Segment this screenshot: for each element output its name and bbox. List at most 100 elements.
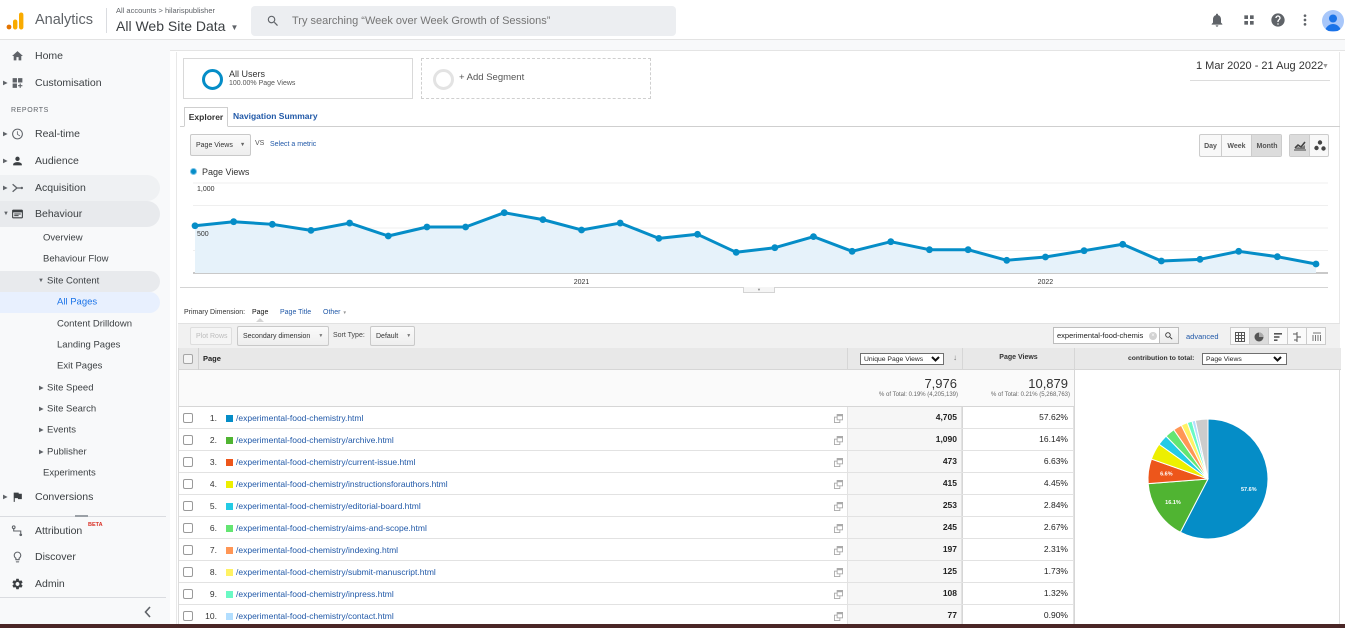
sidebar-item-home[interactable]: Home [0,44,160,68]
primary-dimension-page-title[interactable]: Page Title [280,309,311,316]
tab-navigation-summary[interactable]: Navigation Summary [233,111,318,121]
plot-rows-button[interactable]: Plot Rows [190,327,232,345]
data-point[interactable] [694,230,701,238]
granularity-week-button[interactable]: Week [1222,135,1252,156]
row-page-link[interactable]: /experimental-food-chemistry.html [236,413,363,423]
line-chart-button[interactable] [1290,135,1310,156]
data-point[interactable] [964,246,972,254]
data-point[interactable] [307,226,315,234]
data-point[interactable] [1003,256,1011,264]
motion-chart-button[interactable] [1310,135,1328,156]
data-point[interactable] [1157,257,1165,265]
data-point[interactable] [771,244,779,252]
open-in-new-window-icon[interactable] [834,414,843,423]
sidebar-item-landing-pages[interactable]: Landing Pages [0,335,160,356]
data-point[interactable] [1042,253,1049,261]
tab-explorer[interactable]: Explorer [184,107,228,127]
account-avatar[interactable] [1322,10,1344,32]
sidebar-item-realtime[interactable]: ▶ Real-time [0,122,160,146]
data-point[interactable] [848,247,856,255]
open-in-new-window-icon[interactable] [834,546,843,555]
sidebar-item-events[interactable]: ▶ Events [0,420,160,441]
open-in-new-window-icon[interactable] [834,590,843,599]
sidebar-item-experiments[interactable]: Experiments [0,463,160,484]
search-input[interactable] [292,11,662,31]
open-in-new-window-icon[interactable] [834,480,843,489]
row-checkbox[interactable] [183,523,193,533]
data-point[interactable] [887,238,895,246]
row-page-link[interactable]: /experimental-food-chemistry/contact.htm… [236,611,394,621]
metric-selector[interactable]: Page Views ▼ [190,134,251,156]
open-in-new-window-icon[interactable] [834,502,843,511]
sidebar-item-attribution[interactable]: Attribution BETA [0,519,160,543]
primary-dimension-page[interactable]: Page [252,309,268,316]
data-point[interactable] [655,234,663,242]
row-checkbox[interactable] [183,435,193,445]
row-checkbox[interactable] [183,589,193,599]
row-page-link[interactable]: /experimental-food-chemistry/archive.htm… [236,435,394,445]
more-options-icon[interactable] [1297,12,1313,28]
data-point[interactable] [1235,247,1243,255]
row-checkbox[interactable] [183,457,193,467]
row-page-link[interactable]: /experimental-food-chemistry/instruction… [236,479,448,489]
unique-page-views-column-select[interactable]: Unique Page Views [860,353,944,365]
data-point[interactable] [384,232,392,240]
data-point[interactable] [462,223,469,231]
notifications-bell-icon[interactable] [1209,12,1225,28]
data-point[interactable] [1312,260,1320,268]
sidebar-item-behaviour[interactable]: ▼ Behaviour [0,201,160,227]
view-data-table-button[interactable] [1231,328,1250,344]
select-all-checkbox[interactable] [183,354,193,364]
data-point[interactable] [1080,247,1088,255]
add-segment-button[interactable]: + Add Segment [421,58,651,99]
row-page-link[interactable]: /experimental-food-chemistry/editorial-b… [236,501,421,511]
view-performance-bars-button[interactable] [1269,328,1288,344]
open-in-new-window-icon[interactable] [834,436,843,445]
data-point[interactable] [732,248,740,256]
data-point[interactable] [1196,255,1204,263]
sidebar-item-overview[interactable]: Overview [0,228,160,249]
row-page-link[interactable]: /experimental-food-chemistry/indexing.ht… [236,545,398,555]
open-in-new-window-icon[interactable] [834,458,843,467]
data-point[interactable] [810,233,817,241]
sidebar-item-site-search[interactable]: ▶ Site Search [0,399,160,420]
data-point[interactable] [268,220,276,228]
row-checkbox[interactable] [183,567,193,577]
table-filter-input[interactable]: experimental-food-chemis × [1053,327,1160,344]
row-page-link[interactable]: /experimental-food-chemistry/aims-and-sc… [236,523,427,533]
sidebar-item-audience[interactable]: ▶ Audience [0,149,160,173]
sidebar-item-exit-pages[interactable]: Exit Pages [0,356,160,377]
legend-label[interactable]: Page Views [202,167,249,177]
data-point[interactable] [539,216,547,224]
secondary-dimension-dropdown[interactable]: Secondary dimension ▼ [237,326,329,346]
sidebar-scroll-indicator[interactable] [75,515,88,517]
advanced-filter-link[interactable]: advanced [1186,332,1219,341]
data-point[interactable] [1273,253,1281,261]
column-header-page[interactable]: Page [203,354,221,363]
primary-dimension-other[interactable]: Other ▼ [323,309,347,316]
open-in-new-window-icon[interactable] [834,524,843,533]
sidebar-item-publisher[interactable]: ▶ Publisher [0,442,160,463]
chart-resize-handle[interactable]: ▼ [743,287,775,293]
analytics-logo[interactable] [6,12,24,30]
sidebar-item-discover[interactable]: Discover [0,545,160,569]
account-breadcrumb[interactable]: All accounts > hilarispublisher [116,6,215,15]
sidebar-item-site-speed[interactable]: ▶ Site Speed [0,378,160,399]
table-search-button[interactable] [1160,327,1179,344]
data-point[interactable] [500,209,508,217]
data-point[interactable] [926,246,933,254]
property-selector[interactable]: All Web Site Data ▼ [116,17,238,35]
contribution-metric-select[interactable]: Page Views [1202,353,1287,365]
open-in-new-window-icon[interactable] [834,612,843,621]
sidebar-item-acquisition[interactable]: ▶ Acquisition [0,175,160,201]
sidebar-item-conversions[interactable]: ▶ Conversions [0,485,160,509]
row-checkbox[interactable] [183,413,193,423]
data-point[interactable] [423,223,431,231]
search-box[interactable] [251,6,676,36]
clear-filter-icon[interactable]: × [1149,332,1157,340]
data-point[interactable] [578,226,585,234]
data-point[interactable] [346,219,354,227]
apps-grid-icon[interactable] [1241,12,1257,28]
sidebar-item-admin[interactable]: Admin [0,572,160,596]
granularity-month-button[interactable]: Month [1252,135,1281,156]
